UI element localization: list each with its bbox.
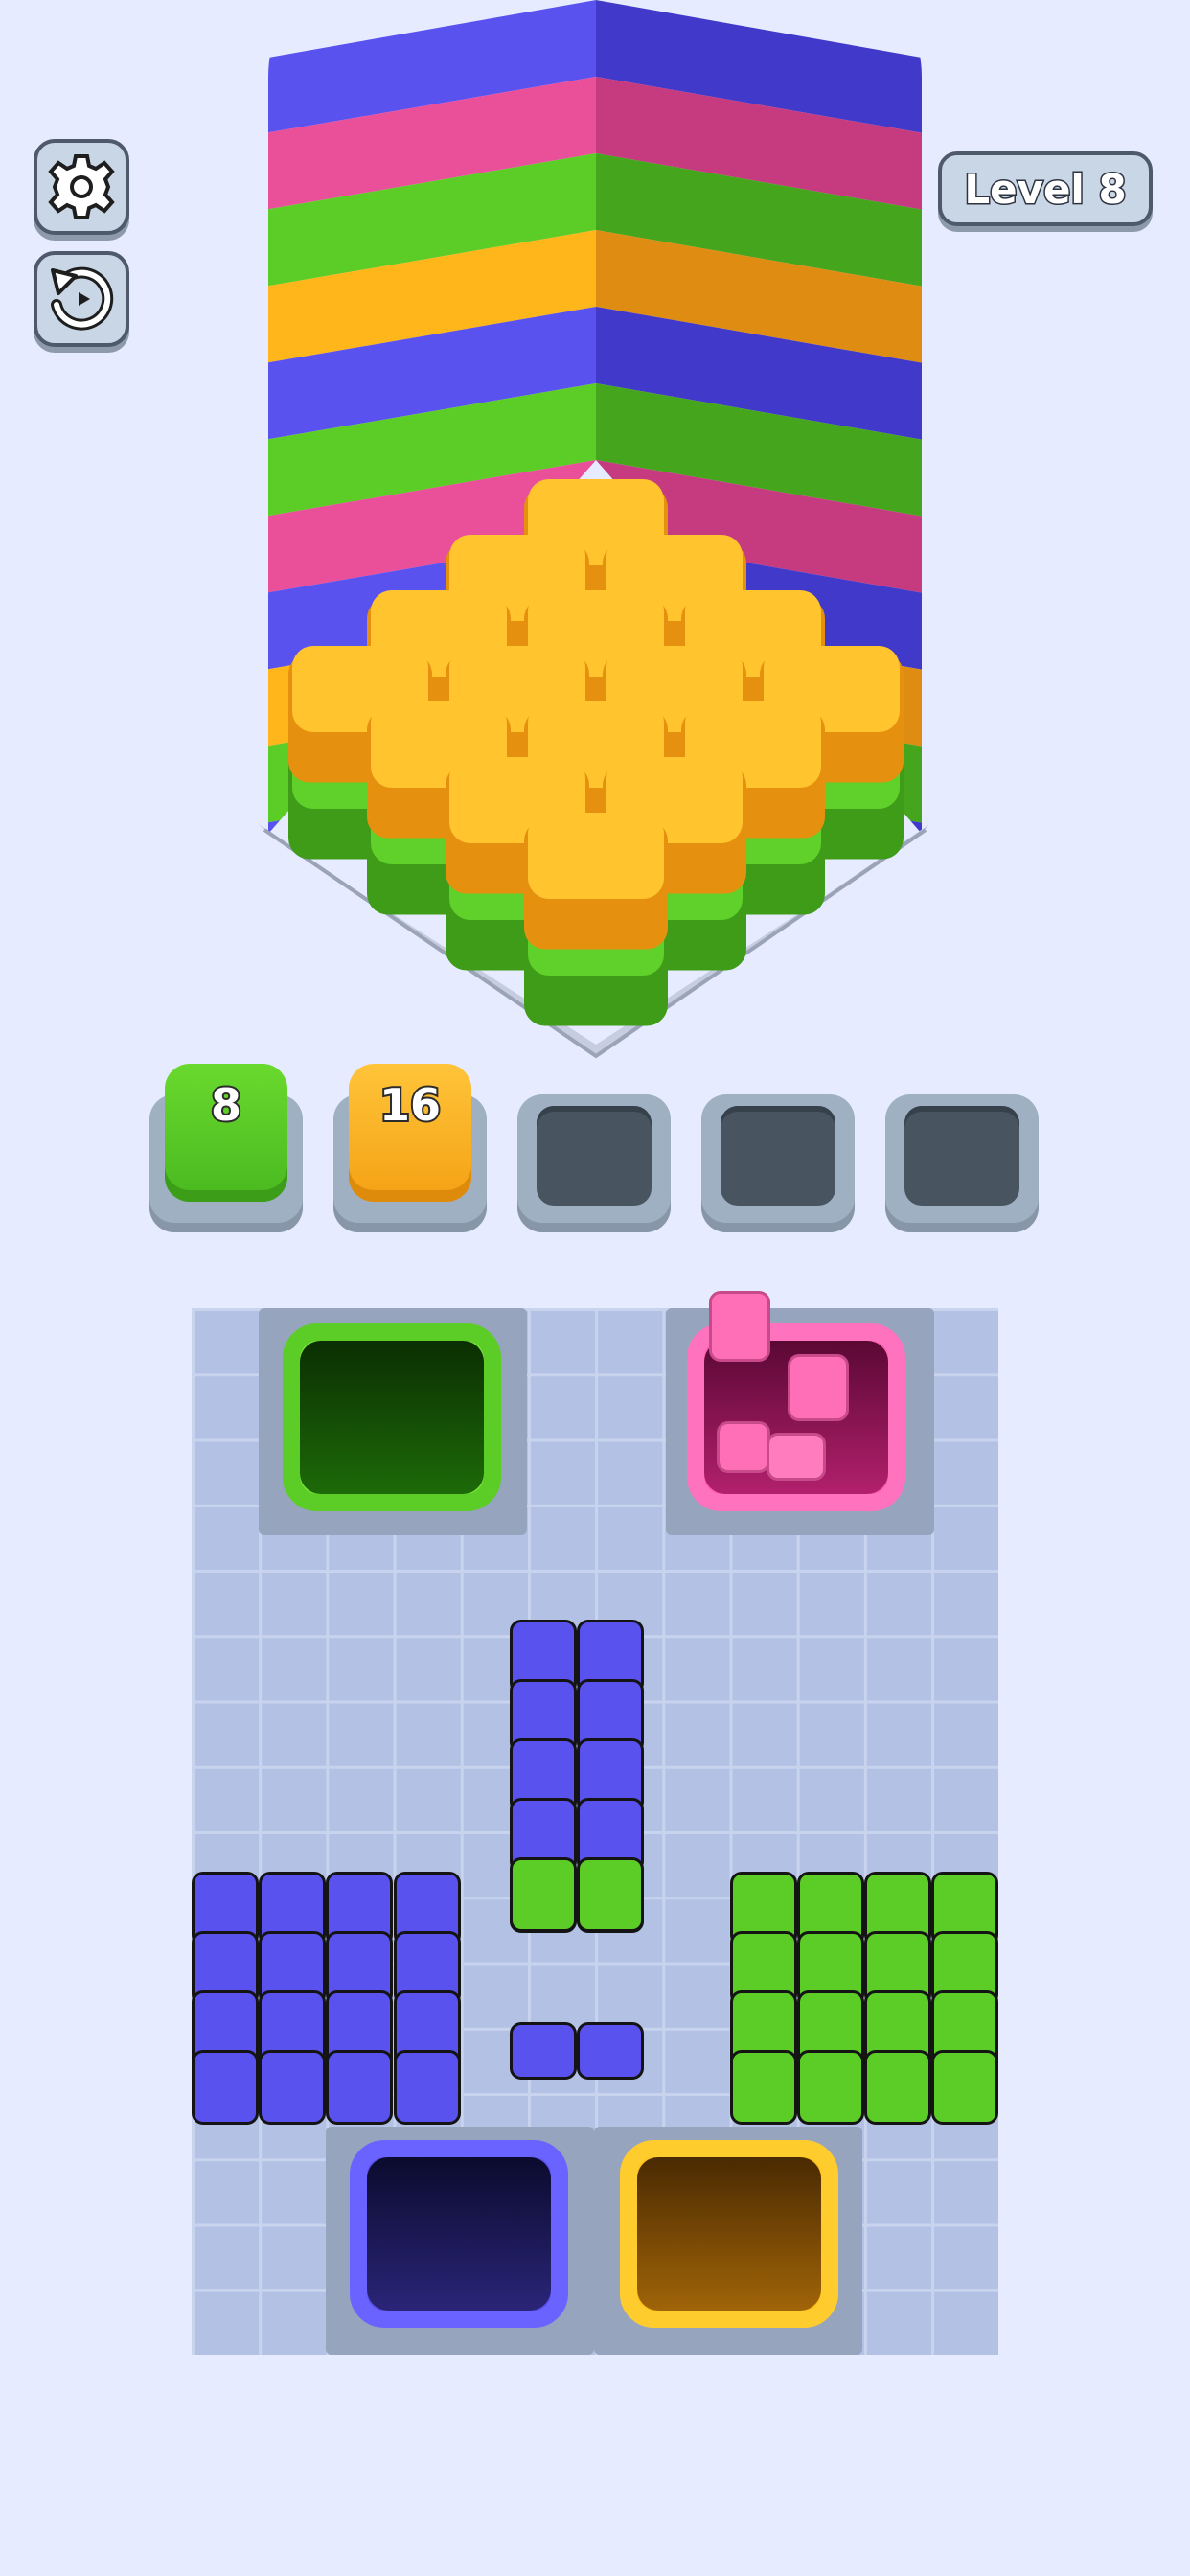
yellow-hole[interactable]: [620, 2140, 838, 2328]
stack-cube: [192, 2050, 259, 2125]
level-indicator: Level 8: [938, 151, 1153, 226]
blue-hole[interactable]: [350, 2140, 568, 2328]
tray-slot-4: [701, 1094, 855, 1232]
game-board: [192, 1291, 999, 2355]
stack-cube: [796, 2050, 864, 2125]
restart-button[interactable]: [34, 251, 129, 347]
stack-cube: [326, 2050, 394, 2125]
stack-cube: [259, 2050, 327, 2125]
stack-cube: [577, 1857, 645, 1932]
stack-cube: [393, 2050, 461, 2125]
stack-cube: [864, 2050, 931, 2125]
tray-orange-count: 16: [378, 1077, 443, 1133]
tray-slot-3: [517, 1094, 671, 1232]
stack-bottom-cube: [577, 2022, 645, 2080]
settings-button[interactable]: [34, 139, 129, 235]
tray-green-block: 8: [165, 1064, 287, 1202]
gear-icon: [48, 154, 115, 219]
restart-icon: [51, 266, 114, 331]
level-label: Level 8: [963, 164, 1128, 214]
stack-bottom-cube: [510, 2022, 577, 2080]
block-tower: [259, 0, 929, 1059]
tray-orange-block: 16: [349, 1064, 471, 1202]
tray-green-count: 8: [209, 1077, 243, 1133]
tray-slot-5: [885, 1094, 1039, 1232]
orange-cube: [524, 813, 668, 950]
green-hole[interactable]: [283, 1323, 501, 1511]
stack-cube: [510, 1857, 577, 1932]
stack-cube: [931, 2050, 999, 2125]
stack-cube: [729, 2050, 797, 2125]
